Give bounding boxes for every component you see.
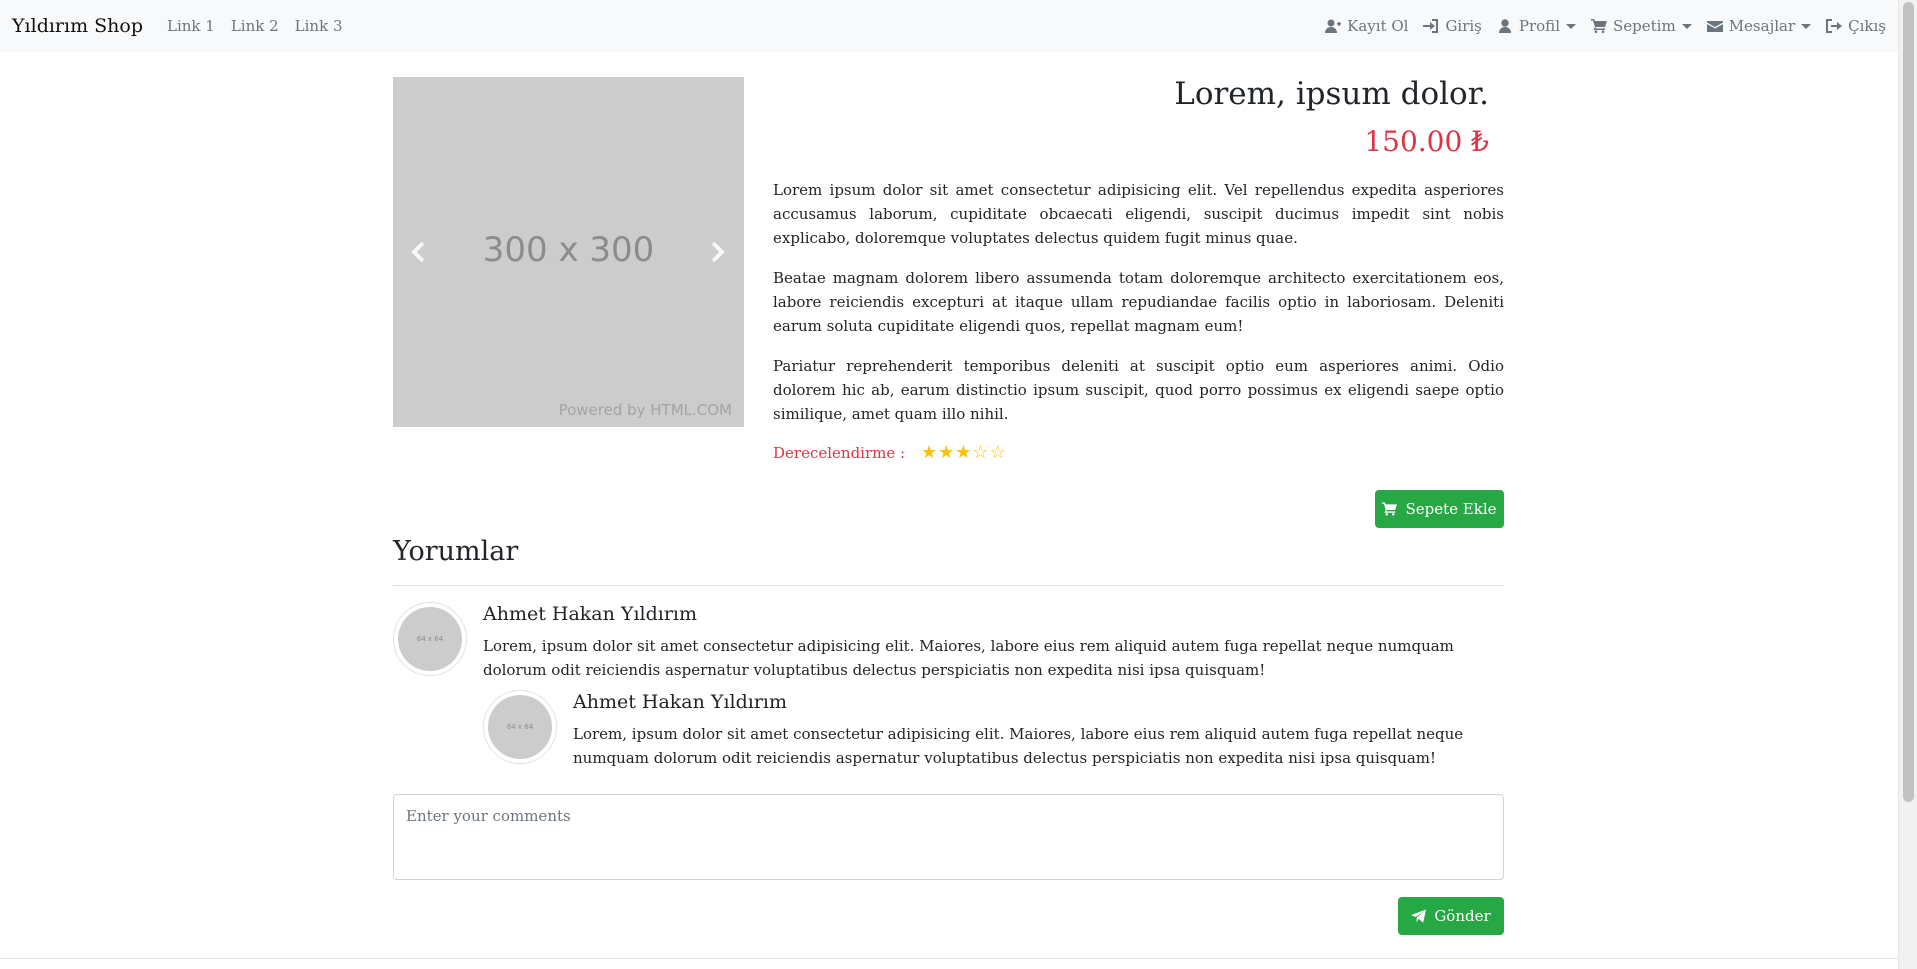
comment-author: Ahmet Hakan Yıldırım (483, 603, 698, 625)
carousel-next-button[interactable] (704, 239, 730, 265)
register-link[interactable]: Kayıt Ol (1325, 17, 1408, 35)
divider (393, 585, 1504, 586)
logout-label: Çıkış (1848, 17, 1886, 35)
sign-out-icon (1826, 19, 1843, 33)
logout-link[interactable]: Çıkış (1826, 17, 1886, 35)
star-filled-icon: ★ (938, 442, 955, 463)
login-label: Giriş (1445, 17, 1482, 35)
product-title: Lorem, ipsum dolor. (1174, 76, 1489, 112)
chevron-left-icon (411, 241, 425, 263)
carousel-prev-button[interactable] (406, 239, 432, 265)
sign-in-icon (1423, 19, 1439, 33)
add-to-cart-button[interactable]: Sepete Ekle (1375, 490, 1504, 528)
brand-link[interactable]: Yıldırım Shop (12, 15, 143, 37)
profile-dropdown[interactable]: Profil (1497, 17, 1576, 35)
avatar: 64 x 64 (393, 602, 467, 676)
star-filled-icon: ★ (921, 442, 938, 463)
comment-text: Lorem, ipsum dolor sit amet consectetur … (573, 725, 1464, 767)
footer-divider (0, 958, 1898, 959)
star-filled-icon: ★ (955, 442, 972, 463)
carousel-placeholder-text: 300 x 300 (482, 230, 655, 270)
envelope-icon (1706, 21, 1723, 32)
cart-dropdown[interactable]: Sepetim (1591, 17, 1692, 35)
send-button[interactable]: Gönder (1398, 897, 1504, 935)
user-plus-icon (1325, 19, 1342, 33)
description-paragraph: Pariatur reprehenderit temporibus deleni… (773, 357, 1504, 423)
chevron-down-icon (1566, 23, 1576, 29)
chevron-down-icon (1681, 23, 1692, 29)
comment-author: Ahmet Hakan Yıldırım (573, 691, 788, 713)
description-paragraph: Beatae magnam dolorem libero assumenda t… (773, 269, 1504, 335)
star-empty-icon: ☆ (972, 442, 989, 463)
navbar: Yıldırım Shop Link 1 Link 2 Link 3 Kayıt… (0, 0, 1898, 52)
messages-label: Mesajlar (1728, 17, 1796, 35)
nav-right: Kayıt Ol Giriş Profil Sepetim Mesajlar Ç… (1310, 17, 1886, 35)
cart-label: Sepetim (1613, 17, 1676, 35)
chevron-right-icon (711, 241, 725, 263)
shopping-cart-icon (1591, 19, 1607, 33)
chevron-down-icon (1801, 23, 1812, 29)
star-empty-icon: ☆ (989, 442, 1006, 463)
comment-input[interactable]: Enter your comments (393, 794, 1504, 880)
avatar-placeholder: 64 x 64 (398, 607, 462, 671)
user-icon (1498, 19, 1511, 33)
scrollbar[interactable] (1898, 0, 1917, 969)
login-link[interactable]: Giriş (1423, 17, 1482, 35)
add-to-cart-label: Sepete Ekle (1405, 500, 1497, 518)
product-carousel: 300 x 300 Powered by HTML.COM (393, 77, 744, 427)
product-price: 150.00 ₺ (1364, 125, 1489, 158)
avatar: 64 x 64 (483, 690, 557, 764)
description-paragraph: Lorem ipsum dolor sit amet consectetur a… (773, 181, 1504, 247)
comment-text: Lorem, ipsum dolor sit amet consectetur … (483, 637, 1454, 679)
rating-stars: ★ ★ ★ ☆ ☆ (921, 443, 1007, 463)
carousel-credit: Powered by HTML.COM (558, 401, 732, 419)
nav-link-2[interactable]: Link 2 (231, 17, 279, 35)
nav-link-1[interactable]: Link 1 (167, 17, 215, 35)
shopping-cart-icon (1382, 502, 1398, 516)
send-label: Gönder (1434, 907, 1491, 925)
messages-dropdown[interactable]: Mesajlar (1706, 17, 1812, 35)
comments-heading: Yorumlar (393, 536, 519, 567)
avatar-placeholder: 64 x 64 (488, 695, 552, 759)
scrollbar-thumb[interactable] (1903, 2, 1914, 802)
paper-plane-icon (1411, 909, 1427, 923)
product-description: Lorem ipsum dolor sit amet consectetur a… (773, 178, 1504, 442)
profile-label: Profil (1518, 17, 1560, 35)
rating-label: Derecelendirme : (773, 444, 906, 462)
register-label: Kayıt Ol (1347, 17, 1409, 35)
product-rating: Derecelendirme : ★ ★ ★ ☆ ☆ (773, 443, 1007, 463)
nav-link-3[interactable]: Link 3 (295, 17, 343, 35)
